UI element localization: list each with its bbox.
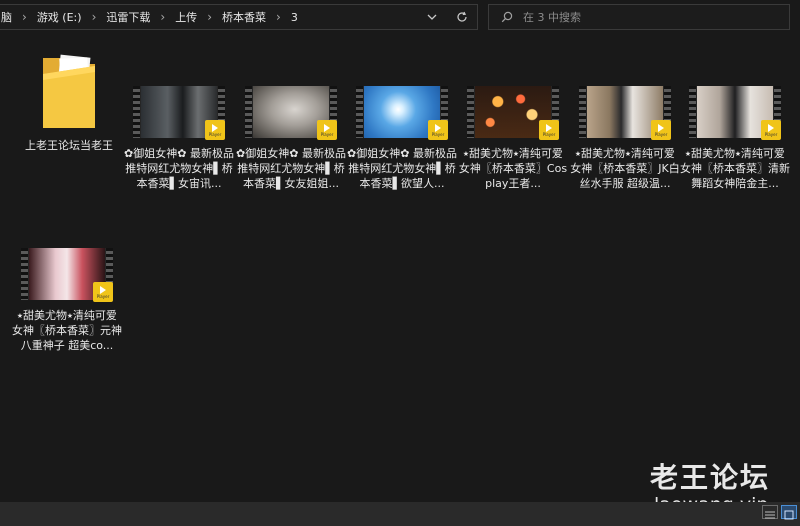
watermark-title: 老王论坛 [650, 461, 771, 494]
breadcrumb-item-drive[interactable]: 游戏 (E:) [37, 9, 82, 25]
item-name: ⭑甜美尤物⭑清纯可爱女神〖桥本香菜〗清新舞蹈女神陪金主... [680, 147, 790, 190]
item-name: ⭑甜美尤物⭑清纯可爱女神〖桥本香菜〗Cosplay王者... [458, 147, 568, 190]
video-thumbnail: Player [689, 84, 781, 140]
refresh-button[interactable] [447, 5, 477, 29]
folder-icon [43, 54, 95, 128]
player-badge: Player [761, 120, 781, 140]
video-item[interactable]: Player ⭑甜美尤物⭑清纯可爱女神〖桥本香菜〗元神八重神子 超美co... [12, 246, 122, 353]
large-icons-view-icon [784, 510, 794, 520]
player-badge: Player [205, 120, 225, 140]
item-name: ✿御姐女神✿ 最新极品推特网红尤物女神▌桥本香菜▌女宙讯... [124, 147, 234, 190]
breadcrumb-separator-icon[interactable]: › [276, 11, 281, 23]
item-name: ✿御姐女神✿ 最新极品推特网红尤物女神▌桥本香菜▌欲望人... [347, 147, 457, 190]
video-item[interactable]: Player ✿御姐女神✿ 最新极品推特网红尤物女神▌桥本香菜▌欲望人... [347, 84, 457, 191]
item-name: 上老王论坛当老王 [25, 139, 113, 152]
top-bar: 脑 › 游戏 (E:) › 迅雷下载 › 上传 › 桥本香菜 › 3 在 3 中… [0, 0, 800, 36]
large-icons-view-button[interactable] [781, 505, 797, 520]
breadcrumb-separator-icon[interactable]: › [92, 11, 97, 23]
video-item[interactable]: Player ⭑甜美尤物⭑清纯可爱女神〖桥本香菜〗清新舞蹈女神陪金主... [680, 84, 790, 191]
search-placeholder: 在 3 中搜索 [523, 11, 581, 24]
video-item[interactable]: Player ⭑甜美尤物⭑清纯可爱女神〖桥本香菜〗JK白丝水手服 超级温... [570, 84, 680, 191]
video-thumbnail: Player [245, 84, 337, 140]
video-thumbnail: Player [356, 84, 448, 140]
breadcrumb-separator-icon[interactable]: › [207, 11, 212, 23]
item-name: ⭑甜美尤物⭑清纯可爱女神〖桥本香菜〗JK白丝水手服 超级温... [570, 147, 680, 190]
search-icon [501, 11, 513, 23]
breadcrumb-item-pc[interactable]: 脑 [1, 9, 12, 25]
player-badge: Player [539, 120, 559, 140]
breadcrumb-item-downloads[interactable]: 迅雷下载 [106, 9, 150, 25]
video-thumbnail: Player [21, 246, 113, 302]
breadcrumb: 脑 › 游戏 (E:) › 迅雷下载 › 上传 › 桥本香菜 › 3 [0, 5, 417, 29]
video-item[interactable]: Player ⭑甜美尤物⭑清纯可爱女神〖桥本香菜〗Cosplay王者... [458, 84, 568, 191]
details-view-icon [765, 511, 775, 519]
search-box[interactable]: 在 3 中搜索 [488, 4, 790, 30]
breadcrumb-separator-icon[interactable]: › [22, 11, 27, 23]
breadcrumb-separator-icon[interactable]: › [160, 11, 165, 23]
video-item[interactable]: Player ✿御姐女神✿ 最新极品推特网红尤物女神▌桥本香菜▌女宙讯... [124, 84, 234, 191]
video-thumbnail: Player [579, 84, 671, 140]
player-badge: Player [651, 120, 671, 140]
player-badge: Player [317, 120, 337, 140]
player-badge: Player [93, 282, 113, 302]
refresh-icon [457, 11, 467, 22]
player-badge: Player [428, 120, 448, 140]
video-thumbnail: Player [467, 84, 559, 140]
breadcrumb-item-current[interactable]: 3 [291, 11, 298, 24]
item-name: ⭑甜美尤物⭑清纯可爱女神〖桥本香菜〗元神八重神子 超美co... [12, 309, 122, 352]
item-name: ✿御姐女神✿ 最新极品推特网红尤物女神▌桥本香菜▌女友姐姐... [236, 147, 346, 190]
status-bar [0, 502, 800, 526]
folder-item[interactable]: 上老王论坛当老王 [14, 52, 124, 153]
chevron-down-icon [427, 14, 437, 20]
video-thumbnail: Player [133, 84, 225, 140]
address-history-button[interactable] [417, 5, 447, 29]
video-item[interactable]: Player ✿御姐女神✿ 最新极品推特网红尤物女神▌桥本香菜▌女友姐姐... [236, 84, 346, 191]
address-bar[interactable]: 脑 › 游戏 (E:) › 迅雷下载 › 上传 › 桥本香菜 › 3 [0, 4, 478, 30]
breadcrumb-item-folder[interactable]: 桥本香菜 [222, 9, 266, 25]
details-view-button[interactable] [762, 505, 778, 519]
breadcrumb-item-upload[interactable]: 上传 [175, 9, 197, 25]
